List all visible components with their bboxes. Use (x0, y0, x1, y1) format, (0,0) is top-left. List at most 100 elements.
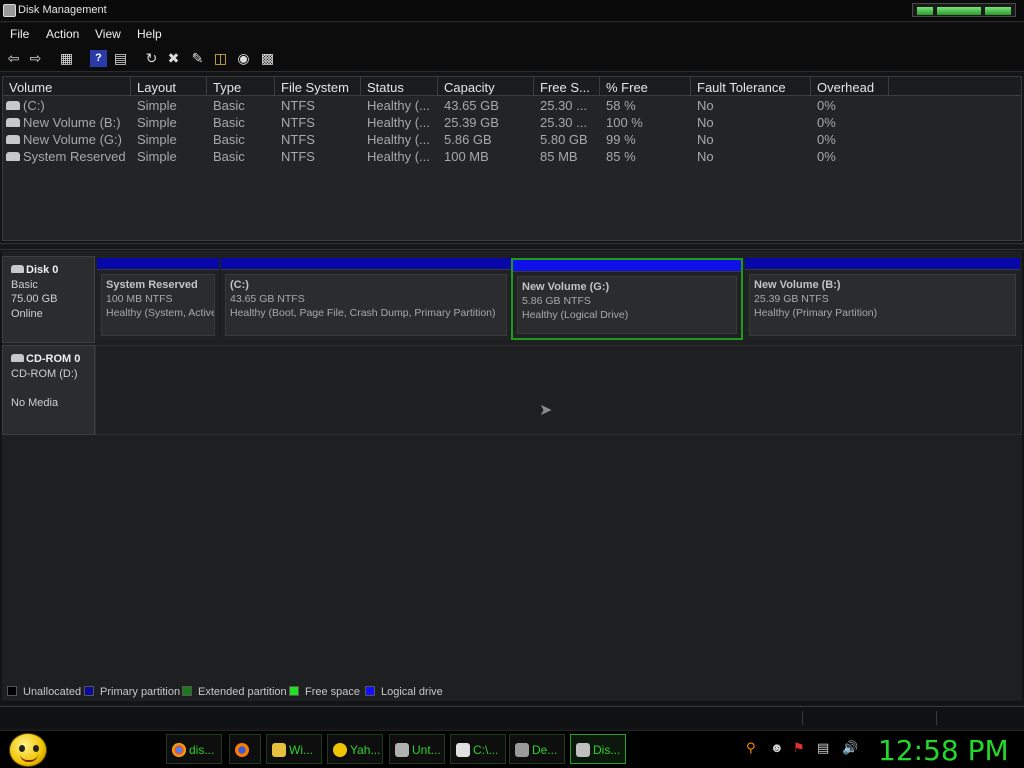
close-button[interactable] (985, 7, 1011, 15)
volume-cell: 85 % (606, 149, 636, 164)
column-header[interactable]: Type (207, 77, 275, 96)
column-header[interactable]: File System (275, 77, 361, 96)
console-tree-icon[interactable]: ▦ (58, 50, 75, 67)
column-header[interactable]: Status (361, 77, 438, 96)
task-yahoo[interactable]: Yah... (327, 734, 383, 764)
column-header[interactable]: Overhead (811, 77, 889, 96)
volume-row[interactable]: New Volume (G:) Simple Basic NTFS Healthy (.… (3, 131, 1021, 148)
volume-cell: 58 % (606, 98, 636, 113)
column-header[interactable]: Capacity (438, 77, 534, 96)
volume-cell: No (697, 149, 714, 164)
chrome-icon (172, 743, 186, 757)
explore-icon[interactable]: ◉ (235, 50, 252, 67)
partition-size: 100 MB NTFS (106, 293, 173, 305)
menu-help[interactable]: Help (137, 27, 162, 41)
partition-status: Healthy (Primary Partition) (754, 307, 878, 319)
clock[interactable]: 12:58 PM (878, 734, 1009, 767)
folder-icon (272, 743, 286, 757)
partition-name: New Volume (G:) (522, 281, 610, 293)
column-header[interactable]: % Free (600, 77, 691, 96)
menu-file[interactable]: File (10, 27, 29, 41)
back-icon[interactable]: ⇦ (5, 50, 22, 67)
disk-0-size: 75.00 GB (11, 293, 58, 305)
network-icon[interactable]: ▤ (817, 740, 829, 756)
column-header[interactable]: Fault Tolerance (691, 77, 811, 96)
task-disk-management[interactable]: Dis... (570, 734, 626, 764)
partition-b[interactable]: New Volume (B:) 25.39 GB NTFS Healthy (Pri… (745, 258, 1020, 340)
column-header[interactable]: Free S... (534, 77, 600, 96)
start-button[interactable] (9, 733, 47, 767)
task-untitled[interactable]: Unt... (389, 734, 445, 764)
settings-icon[interactable]: ▩ (259, 50, 276, 67)
task-explorer[interactable]: Wi... (266, 734, 322, 764)
legend-extended-swatch (182, 686, 192, 696)
column-header-filler (889, 77, 1021, 96)
task-firefox[interactable] (229, 734, 261, 764)
menu-bar: File Action View Help (0, 23, 1024, 45)
partition-c[interactable]: (C:) 43.65 GB NTFS Healthy (Boot, Page Fil… (221, 258, 511, 340)
legend-unallocated: Unallocated (7, 686, 81, 698)
maximize-button[interactable] (937, 7, 981, 15)
volume-row[interactable]: New Volume (B:) Simple Basic NTFS Healthy (.… (3, 114, 1021, 131)
volume-cell: No (697, 98, 714, 113)
search-icon[interactable]: ⚲ (746, 740, 756, 756)
rescan-icon[interactable]: ✎ (189, 50, 206, 67)
title-bar[interactable]: Disk Management (0, 0, 1024, 22)
refresh-icon[interactable]: ↻ (143, 50, 160, 67)
column-header[interactable]: Volume (3, 77, 131, 96)
minimize-button[interactable] (917, 7, 933, 15)
delete-icon[interactable]: ✖ (165, 50, 182, 67)
volume-row[interactable]: (C:) Simple Basic NTFS Healthy (... 43.65 GB 2… (3, 97, 1021, 114)
volume-row[interactable]: System Reserved Simple Basic NTFS Healthy (.… (3, 148, 1021, 165)
volume-cell: 5.86 GB (444, 132, 492, 147)
disk-0-status: Online (11, 307, 43, 320)
volume-cell: NTFS (281, 149, 315, 164)
drive-icon (6, 152, 20, 161)
firefox-icon (235, 743, 249, 757)
cdrom-icon (11, 354, 24, 362)
volume-icon[interactable]: 🔊 (842, 740, 858, 756)
partition-status: Healthy (Boot, Page File, Crash Dump, Pr… (230, 307, 496, 319)
cdrom-0-label[interactable]: CD-ROM 0 CD-ROM (D:) No Media (2, 345, 95, 435)
partition-size: 43.65 GB NTFS (230, 293, 305, 305)
volume-cell: 5.80 GB (540, 132, 588, 147)
task-device-manager[interactable]: De... (509, 734, 565, 764)
task-chrome[interactable]: dis... (166, 734, 222, 764)
legend-extended: Extended partition (182, 686, 287, 698)
volume-cell: Simple (137, 132, 177, 147)
toolbar: ⇦ ⇨ ▦ ? ▤ ↻ ✖ ✎ ◫ ◉ ▩ (0, 45, 1024, 72)
partition-size: 5.86 GB NTFS (522, 295, 591, 307)
partition-name: System Reserved (106, 279, 198, 291)
open-icon[interactable]: ◫ (212, 50, 229, 67)
properties-icon[interactable]: ▤ (112, 50, 129, 67)
volume-cell: Simple (137, 115, 177, 130)
volume-cell: 99 % (606, 132, 636, 147)
volume-cell: 0% (817, 132, 836, 147)
volume-cell: NTFS (281, 98, 315, 113)
volume-cell: No (697, 115, 714, 130)
disk-management-icon (576, 743, 590, 757)
task-7zip[interactable]: C:\... (450, 734, 506, 764)
pane-splitter[interactable] (0, 243, 1024, 250)
messenger-tray-icon[interactable]: ☻ (770, 740, 784, 755)
volume-cell: 85 MB (540, 149, 578, 164)
legend-primary-swatch (84, 686, 94, 696)
partition-g[interactable]: New Volume (G:) 5.86 GB NTFS Healthy (Logi… (511, 258, 743, 340)
volume-cell: No (697, 132, 714, 147)
column-header[interactable]: Layout (131, 77, 207, 96)
status-divider (936, 711, 937, 725)
help-icon[interactable]: ? (90, 50, 107, 67)
legend-logical-swatch (365, 686, 375, 696)
action-center-icon[interactable]: ⚑ (793, 740, 805, 756)
forward-icon[interactable]: ⇨ (27, 50, 44, 67)
volume-list: Volume Layout Type File System Status Capacit… (2, 76, 1022, 241)
volume-cell: 100 % (606, 115, 643, 130)
disk-0-label[interactable]: Disk 0 Basic 75.00 GB Online (2, 256, 95, 343)
device-manager-icon (515, 743, 529, 757)
cdrom-drive: CD-ROM (D:) (11, 367, 78, 380)
partition-system-reserved[interactable]: System Reserved 100 MB NTFS Healthy (Syste… (97, 258, 219, 340)
menu-view[interactable]: View (95, 27, 121, 41)
cdrom-0-area[interactable]: ➤ (95, 345, 1022, 435)
legend-primary: Primary partition (84, 686, 180, 698)
menu-action[interactable]: Action (46, 27, 79, 41)
